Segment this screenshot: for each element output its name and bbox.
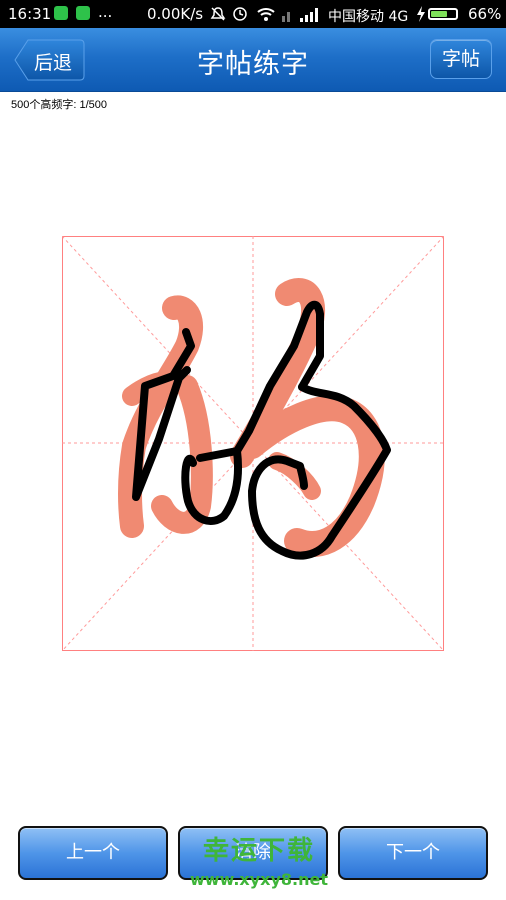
overflow-icon: ... [98,3,113,21]
charging-icon [417,6,425,22]
progress-text: 500个高频字: 1/500 [11,99,107,111]
status-bar: 16:31 ... 0.00K/s 中国移动 4G 66% [0,0,506,28]
battery-icon [428,8,458,20]
signal-icon [282,8,318,22]
prev-button[interactable]: 上一个 [18,826,168,880]
carrier-text: 中国移动 4G [328,9,409,25]
next-button[interactable]: 下一个 [338,826,488,880]
mute-icon [210,7,226,21]
copybook-button[interactable]: 字帖 [430,39,492,79]
status-time: 16:31 [8,5,52,23]
battery-percent: 66% [468,5,502,23]
watermark: 幸运下载 www.xyxy8.net [174,836,344,889]
wifi-icon [257,8,275,21]
practice-canvas[interactable] [62,236,444,651]
net-speed: 0.00K/s [147,5,204,23]
header-bar: 后退 字帖练字 字帖 [0,28,506,92]
shield-app-icon [54,6,68,20]
app-icon [76,6,90,20]
alarm-icon [233,7,247,21]
watermark-url: www.xyxy8.net [190,870,328,889]
watermark-title: 幸运下载 [202,836,315,866]
